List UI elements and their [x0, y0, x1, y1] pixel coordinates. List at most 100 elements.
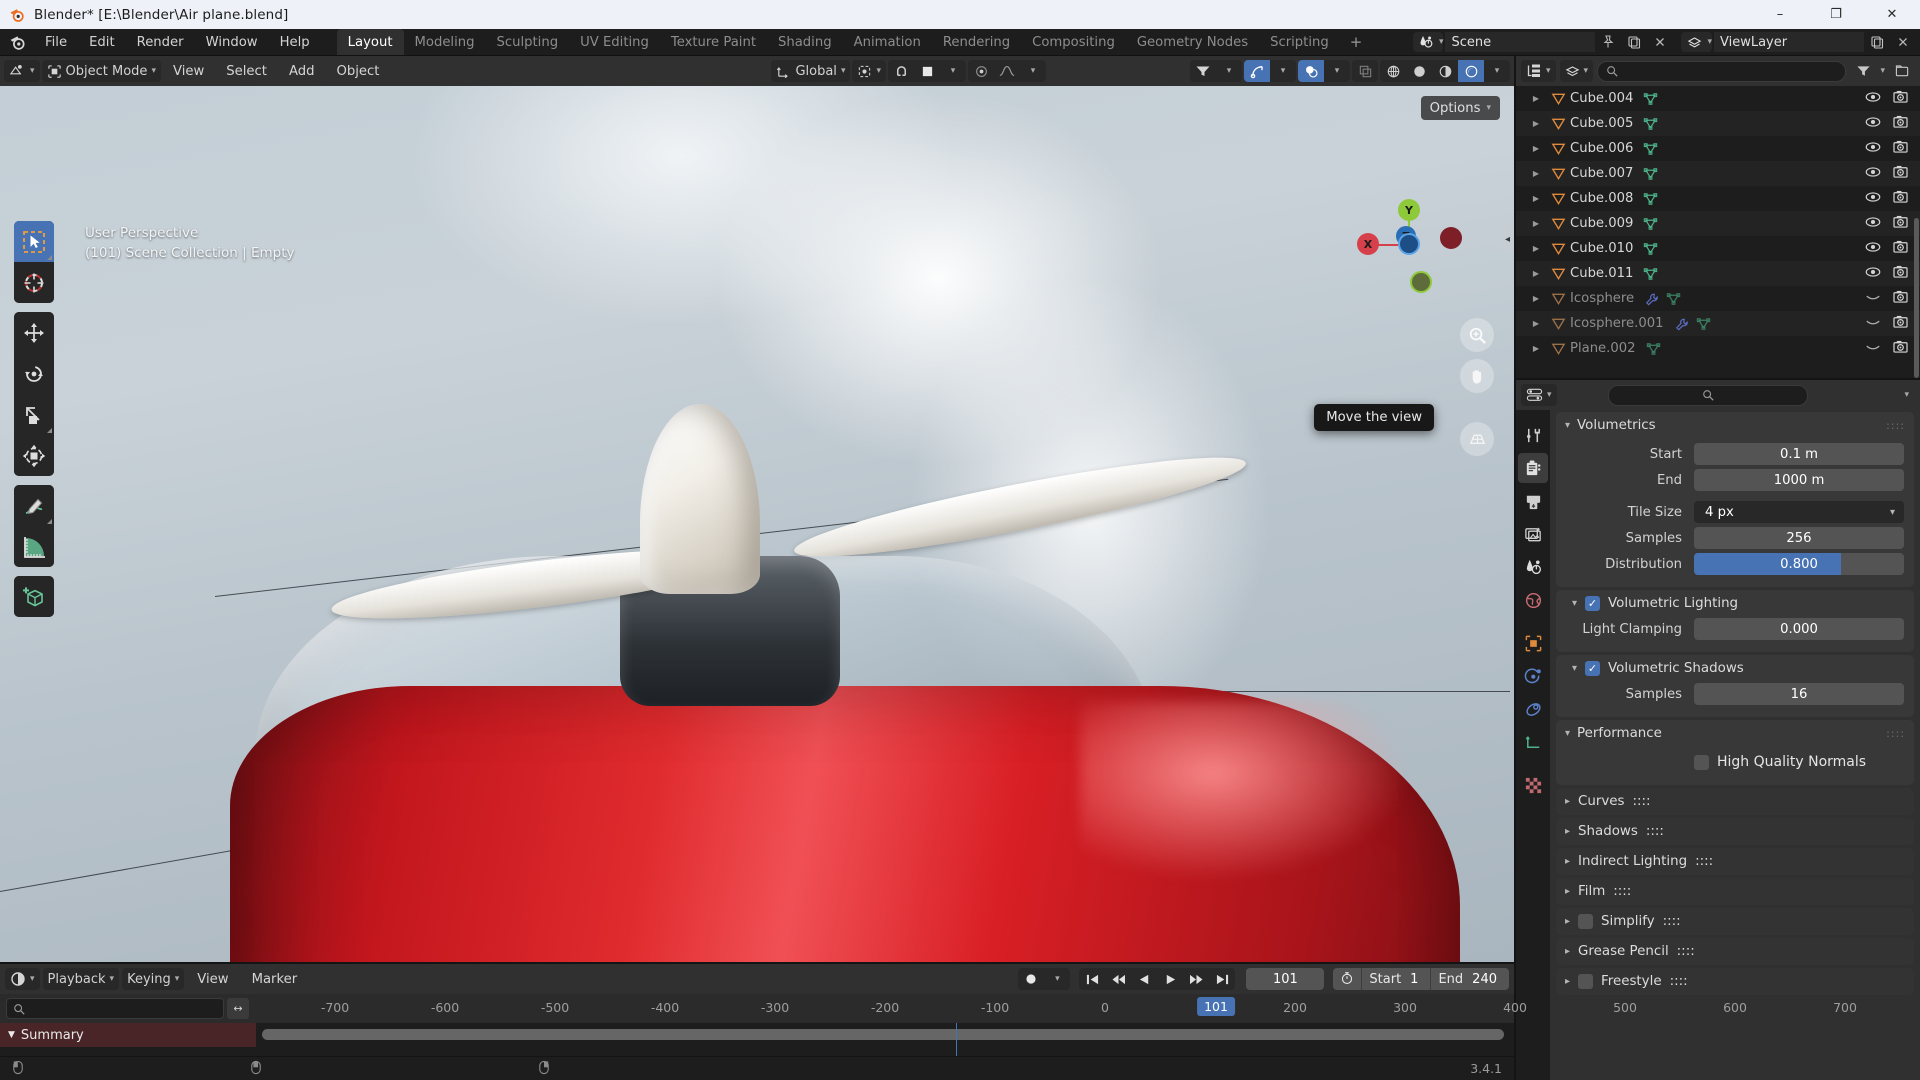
simplify-checkbox[interactable] — [1578, 914, 1594, 929]
gizmo-axis-x-positive[interactable] — [1440, 227, 1462, 249]
workspace-tab-shading[interactable]: Shading — [767, 29, 843, 55]
panel-film-header[interactable]: ▸ Film :::: — [1556, 878, 1914, 905]
gizmo-chevron-down-icon[interactable]: ▾ — [1270, 60, 1296, 82]
next-keyframe-button[interactable] — [1183, 968, 1209, 990]
show-overlays-icon[interactable] — [1298, 60, 1324, 82]
viewport-options-button[interactable]: Options ▾ — [1420, 96, 1500, 120]
shading-rendered-icon[interactable] — [1458, 60, 1484, 82]
tab-output[interactable] — [1518, 486, 1548, 516]
tab-world[interactable] — [1518, 585, 1548, 615]
gizmo-axis-y-positive[interactable]: Y — [1398, 199, 1420, 221]
tab-object-data[interactable] — [1518, 727, 1548, 757]
tool-cursor[interactable] — [14, 262, 54, 303]
tab-object[interactable] — [1518, 628, 1548, 658]
outliner-object-name[interactable]: Cube.009 — [1570, 216, 1633, 231]
shading-wireframe-icon[interactable] — [1380, 60, 1406, 82]
field-samples[interactable]: 256 — [1694, 527, 1904, 549]
tool-add-cube[interactable] — [14, 576, 54, 617]
volumetric-shadows-checkbox[interactable]: ✓ — [1585, 660, 1601, 676]
hand-icon[interactable] — [1460, 359, 1494, 393]
workspace-tab-geometry-nodes[interactable]: Geometry Nodes — [1126, 29, 1259, 55]
blender-menu-icon[interactable] — [0, 29, 34, 55]
pin-scene-icon[interactable] — [1595, 32, 1621, 52]
panel-grease-pencil-header[interactable]: ▸ Grease Pencil :::: — [1556, 938, 1914, 965]
timeline-ruler[interactable]: ↔ -700 -600 -500 -400 -300 -200 -100 0 2… — [0, 994, 1857, 1023]
timeline-search-input[interactable] — [6, 998, 224, 1019]
chevron-right-icon[interactable]: ▸ — [1565, 976, 1570, 987]
properties-options-chevron-down-icon[interactable]: ▾ — [1904, 390, 1909, 400]
workspace-tab-uv-editing[interactable]: UV Editing — [569, 29, 660, 55]
filter-chevron-down-icon[interactable]: ▾ — [1880, 66, 1885, 76]
outliner-row-icosphere[interactable]: ▶ Icosphere — [1516, 286, 1920, 311]
panel-film[interactable]: ▸ Film :::: — [1556, 878, 1914, 905]
chevron-right-icon[interactable]: ▸ — [1565, 856, 1570, 867]
hide-in-viewport-icon[interactable] — [1865, 191, 1881, 207]
outliner-object-name[interactable]: Icosphere.001 — [1570, 316, 1664, 331]
tool-measure[interactable] — [14, 526, 54, 567]
panel-grease-pencil[interactable]: ▸ Grease Pencil :::: — [1556, 938, 1914, 965]
disclosure-triangle-icon[interactable]: ▶ — [1526, 319, 1546, 328]
outliner-row-cube-010[interactable]: ▶ Cube.010 — [1516, 236, 1920, 261]
tab-scene[interactable] — [1518, 552, 1548, 582]
field-tile-size[interactable]: 4 px ▾ — [1694, 501, 1904, 523]
workspace-tab-texture-paint[interactable]: Texture Paint — [660, 29, 767, 55]
panel-simplify-header[interactable]: ▸ Simplify :::: — [1556, 908, 1914, 935]
panel-drag-dots-icon[interactable]: :::: — [1677, 944, 1695, 959]
snap-chevron-down-icon[interactable]: ▾ — [940, 60, 966, 82]
object-mode-button[interactable]: Object Mode ▾ — [41, 60, 161, 82]
overlays-chevron-down-icon[interactable]: ▾ — [1324, 60, 1350, 82]
hide-in-viewport-icon[interactable] — [1865, 91, 1881, 107]
tool-scale[interactable] — [14, 394, 54, 435]
play-reverse-button[interactable] — [1131, 968, 1157, 990]
chevron-down-icon[interactable]: ▾ — [1565, 728, 1570, 739]
tool-rotate[interactable] — [14, 353, 54, 394]
scene-name-field[interactable]: Scene — [1445, 32, 1596, 52]
field-start[interactable]: 0.1 m — [1694, 443, 1904, 465]
panel-volumetric-shadows-header[interactable]: ▾ ✓ Volumetric Shadows — [1556, 655, 1914, 681]
gizmo-axis-y-negative[interactable] — [1410, 271, 1432, 293]
outliner-search-input[interactable] — [1597, 60, 1847, 82]
camera-perspective-icon[interactable] — [1460, 422, 1494, 456]
panel-curves-header[interactable]: ▸ Curves :::: — [1556, 788, 1914, 815]
chevron-down-icon[interactable]: ▾ — [1572, 598, 1577, 609]
new-view-layer-icon[interactable] — [1864, 32, 1890, 52]
chevron-right-icon[interactable]: ▸ — [1565, 946, 1570, 957]
outliner-object-list[interactable]: ▶ Cube.004 ▶ Cube.005 ▶ Cube.006 ▶ Cube.… — [1516, 86, 1920, 378]
chevron-right-icon[interactable]: ▸ — [1565, 826, 1570, 837]
disable-in-renders-icon[interactable] — [1893, 240, 1908, 257]
disable-in-renders-icon[interactable] — [1893, 265, 1908, 282]
panel-simplify[interactable]: ▸ Simplify :::: — [1556, 908, 1914, 935]
panel-shadows-header[interactable]: ▸ Shadows :::: — [1556, 818, 1914, 845]
current-frame-field[interactable]: 101 — [1246, 968, 1325, 990]
disable-in-renders-icon[interactable] — [1893, 340, 1908, 357]
high-quality-normals-checkbox[interactable] — [1694, 754, 1709, 770]
tool-annotate[interactable] — [14, 485, 54, 526]
tool-move[interactable] — [14, 312, 54, 353]
panel-indirect-lighting-header[interactable]: ▸ Indirect Lighting :::: — [1556, 848, 1914, 875]
hide-in-viewport-icon[interactable] — [1865, 141, 1881, 157]
outliner-object-name[interactable]: Cube.010 — [1570, 241, 1633, 256]
chevron-down-icon[interactable]: ▾ — [1572, 663, 1577, 674]
workspace-tab-scripting[interactable]: Scripting — [1259, 29, 1340, 55]
menu-help[interactable]: Help — [269, 29, 321, 55]
viewport-menu-add[interactable]: Add — [279, 60, 325, 82]
disable-in-renders-icon[interactable] — [1893, 165, 1908, 182]
high-quality-normals-control[interactable]: High Quality Normals — [1694, 754, 1866, 770]
hide-in-viewport-icon[interactable] — [1865, 166, 1881, 182]
field-light-clamping[interactable]: 0.000 — [1694, 618, 1904, 640]
disclosure-triangle-icon[interactable]: ▶ — [1526, 144, 1546, 153]
panel-indirect-lighting[interactable]: ▸ Indirect Lighting :::: — [1556, 848, 1914, 875]
end-frame-value[interactable]: 240 — [1470, 972, 1509, 987]
workspace-tab-layout[interactable]: Layout — [336, 29, 404, 55]
viewport-menu-view[interactable]: View — [163, 60, 214, 82]
tab-tool[interactable] — [1518, 420, 1548, 450]
keying-menu[interactable]: Keying ▾ — [122, 968, 185, 990]
timeline-menu-view[interactable]: View — [187, 968, 238, 990]
properties-editor-type-button[interactable]: ▾ — [1521, 384, 1557, 406]
prev-keyframe-button[interactable] — [1105, 968, 1131, 990]
toggle-xray-icon[interactable] — [1352, 60, 1378, 82]
panel-freestyle[interactable]: ▸ Freestyle :::: — [1556, 968, 1914, 995]
viewport-menu-select[interactable]: Select — [216, 60, 277, 82]
hide-in-viewport-icon[interactable] — [1865, 316, 1881, 332]
timeline-resize-handle-icon[interactable]: ↔ — [227, 998, 249, 1019]
